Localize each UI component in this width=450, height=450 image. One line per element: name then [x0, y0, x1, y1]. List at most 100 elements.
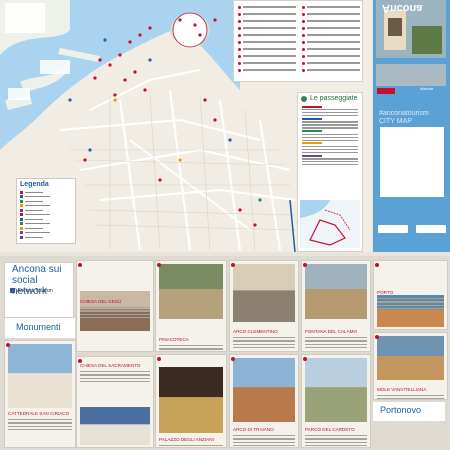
- walk-text-line: [302, 109, 358, 111]
- walk-icon: [301, 95, 307, 102]
- monument-card[interactable]: CHIESA DEL GESÙ: [76, 260, 154, 352]
- map-pin-icon: [303, 357, 307, 361]
- legend-text-line: [25, 227, 43, 229]
- legend-swatch: [20, 195, 23, 199]
- tourism-logo: [416, 225, 446, 233]
- map-pin-icon: [375, 335, 379, 339]
- walk-text-line: [302, 112, 358, 114]
- legend-swatch: [20, 190, 23, 194]
- facebook-icon[interactable]: [10, 288, 15, 293]
- monument-card[interactable]: ARCO CLEMENTINO: [229, 260, 299, 352]
- walks-route-map: [300, 200, 360, 248]
- description-line: [233, 337, 295, 339]
- monument-title: FONTANA DEL CALAMO: [305, 329, 358, 334]
- description-line: [377, 308, 444, 310]
- legend-text-line: [25, 200, 43, 202]
- monument-description: [159, 445, 223, 447]
- description-line: [233, 347, 295, 349]
- monument-card[interactable]: FONTANA DEL CALAMO: [301, 260, 371, 352]
- legend-text-line: [25, 218, 43, 220]
- description-line: [80, 381, 150, 383]
- monument-title: ARCO DI TRAIANO: [233, 427, 274, 432]
- monument-description: [159, 345, 223, 351]
- monument-photo: [305, 264, 367, 319]
- map-pin-icon: [78, 359, 82, 363]
- description-line: [80, 317, 150, 319]
- cover-hashtag: #anconatourism CITY MAP: [379, 110, 429, 125]
- walks-title: Le passeggiate: [310, 95, 358, 102]
- legend-text-line: [25, 236, 43, 238]
- description-line: [233, 438, 295, 440]
- map-pin-icon: [78, 263, 82, 267]
- monument-description: [377, 298, 444, 312]
- walk-text-line: [302, 105, 322, 108]
- map-pin-icon: [375, 263, 379, 267]
- description-line: [305, 337, 367, 339]
- walk-text-line: [302, 151, 358, 154]
- legend-swatch: [20, 222, 23, 226]
- monument-title: CHIESA DEL SACRAMENTO: [80, 363, 141, 368]
- legend-swatch: [20, 208, 23, 212]
- monument-photo: [159, 367, 223, 433]
- monument-description: [305, 337, 367, 351]
- monument-title: CHIESA DEL GESÙ: [80, 299, 122, 304]
- social-handle[interactable]: Ancona Tourism: [17, 288, 53, 294]
- walk-text-line: [302, 136, 358, 138]
- description-line: [8, 419, 72, 421]
- monument-card[interactable]: PARCO DEL CARDETO: [301, 354, 371, 448]
- walk-text-line: [302, 145, 358, 148]
- description-line: [305, 435, 367, 437]
- monument-card[interactable]: CHIESA DEL SACRAMENTO: [76, 356, 154, 448]
- monument-card[interactable]: ARCO DI TRAIANO: [229, 354, 299, 448]
- description-line: [305, 343, 367, 345]
- description-line: [305, 438, 367, 440]
- monument-card[interactable]: PINACOTECA: [155, 260, 227, 352]
- cover-logo-text: Marche: [420, 86, 434, 91]
- walk-text-line: [302, 154, 322, 157]
- description-line: [377, 304, 444, 306]
- legend-swatch: [20, 217, 23, 221]
- legend-text-line: [25, 232, 50, 234]
- monument-title: PORTO: [377, 290, 394, 295]
- walk-text-line: [302, 117, 322, 120]
- description-line: [80, 377, 150, 379]
- walk-text-line: [302, 127, 358, 129]
- cover-info-box: [380, 127, 444, 197]
- description-line: [159, 445, 223, 447]
- walk-text-line: [302, 114, 358, 117]
- monument-description: [377, 395, 444, 399]
- walk-text-line: [302, 133, 358, 136]
- monument-card[interactable]: MOLE VANVITELLIANA: [373, 332, 448, 400]
- description-line: [159, 348, 223, 350]
- legend-text-line: [25, 209, 43, 211]
- monument-description: [233, 435, 295, 447]
- monument-card[interactable]: PALAZZO DEGLI ANZIANI: [155, 354, 227, 448]
- monument-photo: [159, 264, 223, 319]
- legend-text-line: [25, 205, 50, 207]
- description-line: [80, 374, 150, 376]
- description-line: [233, 445, 295, 447]
- legend-swatch: [20, 213, 23, 217]
- description-line: [305, 441, 367, 443]
- monument-card[interactable]: CATTEDRALE SAN CIRIACO: [4, 340, 76, 448]
- monument-card[interactable]: PORTO: [373, 260, 448, 330]
- monument-title: PALAZZO DEGLI ANZIANI: [159, 437, 214, 442]
- map-pin-icon: [157, 263, 161, 267]
- walks-descriptions: [298, 105, 362, 166]
- description-line: [233, 435, 295, 437]
- description-line: [377, 301, 444, 303]
- description-line: [233, 340, 295, 342]
- cover-title: Ancona: [382, 2, 423, 14]
- cover-red-label: [377, 88, 395, 94]
- legend-swatch: [20, 204, 23, 208]
- description-line: [377, 298, 444, 300]
- map-pin-icon: [303, 263, 307, 267]
- description-line: [159, 345, 223, 347]
- map-pin-icon: [231, 357, 235, 361]
- walk-text-line: [302, 139, 358, 141]
- legend-swatch: [20, 235, 23, 239]
- monument-photo: [80, 407, 150, 445]
- map-legend: Legenda: [16, 178, 76, 244]
- monument-description: [80, 371, 150, 385]
- walk-text-line: [302, 148, 358, 151]
